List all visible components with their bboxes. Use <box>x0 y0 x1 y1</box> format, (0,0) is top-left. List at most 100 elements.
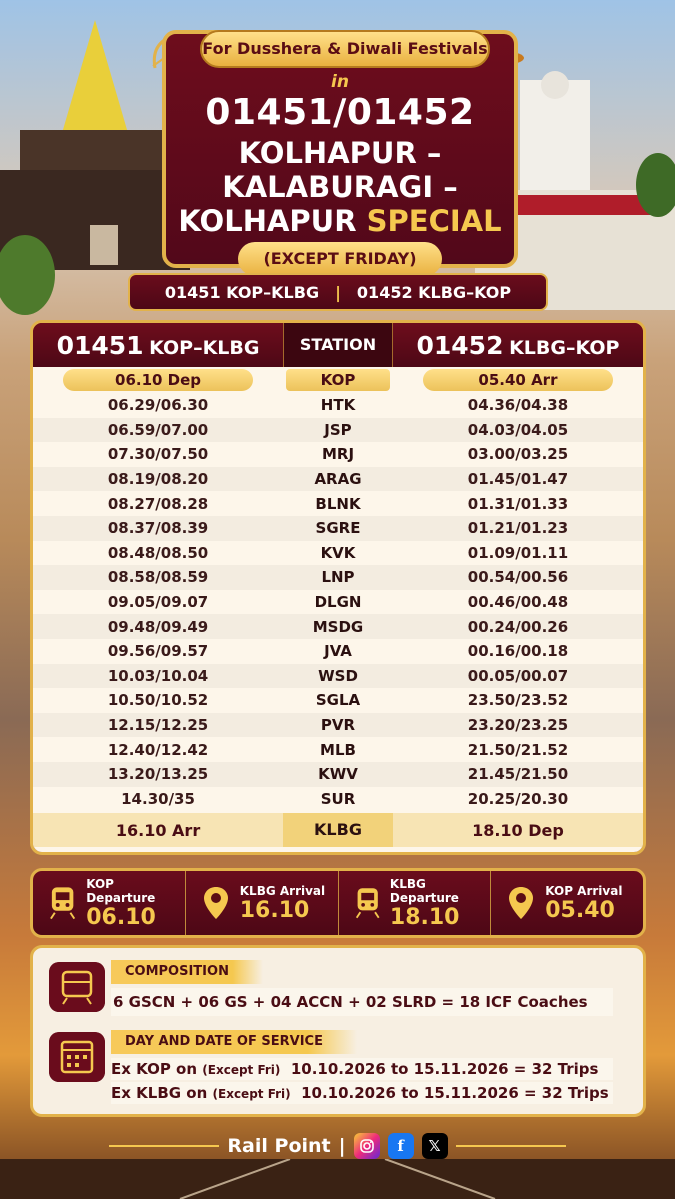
down-time: 08.48/08.50 <box>107 543 209 562</box>
origin-arrival: 05.40 Arr <box>422 369 613 391</box>
facebook-icon[interactable]: f <box>387 1133 414 1159</box>
footer-separator: | <box>338 1135 346 1157</box>
summary-label: KOP Arrival <box>545 883 623 898</box>
direction-separator: | <box>335 282 341 302</box>
table-row: 12.15/12.25 PVR 23.20/23.25 <box>33 712 643 738</box>
up-time: 23.50/23.52 <box>467 691 569 710</box>
composition-title: COMPOSITION <box>111 960 263 984</box>
table-row: 08.37/08.39 SGRE 01.21/01.23 <box>33 515 643 541</box>
summary-klbg-arrival: KLBG Arrival 16.10 <box>184 871 338 935</box>
down-time: 08.37/08.39 <box>107 519 209 538</box>
down-time: 08.58/08.59 <box>107 568 209 587</box>
station-code: MLB <box>320 740 356 759</box>
tree-illustration <box>0 235 55 315</box>
down-time: 06.59/07.00 <box>107 420 209 439</box>
service-dates-block: DAY AND DATE OF SERVICE Ex KOP on (Excep… <box>49 1028 629 1106</box>
location-pin-icon <box>509 887 534 919</box>
timetable: 01451 KOP–KLBG STATION 01452 KLBG–KOP 06… <box>30 320 646 855</box>
table-row: 12.40/12.42 MLB 21.50/21.52 <box>33 737 643 762</box>
table-row: 09.05/09.07 DLGN 00.46/00.48 <box>33 590 643 615</box>
table-row: 10.50/10.52 SGLA 23.50/23.52 <box>33 688 643 713</box>
train-numbers: 01451/01452 <box>205 92 475 133</box>
service-kop-label: Ex KOP on <box>111 1060 198 1078</box>
route-line-2: KALABURAGI – <box>222 170 458 204</box>
service-klbg-note: (Except Fri) <box>212 1087 291 1101</box>
destination-departure: 18.10 Dep <box>472 820 564 840</box>
header-up-number: 01452 <box>416 330 504 360</box>
service-klbg-dates: 10.10.2026 to 15.11.2026 = 32 Trips <box>301 1084 609 1102</box>
up-time: 00.46/00.48 <box>467 593 569 612</box>
festival-pill: For Dusshera & Diwali Festivals <box>200 30 490 68</box>
up-time: 21.50/21.52 <box>467 740 569 759</box>
timetable-header: 01451 KOP–KLBG STATION 01452 KLBG–KOP <box>33 323 643 367</box>
brand-name: Rail Point <box>227 1135 331 1157</box>
station-code: KWV <box>318 765 358 784</box>
table-row: 08.58/08.59 LNP 00.54/00.56 <box>33 565 643 590</box>
summary-label: KLBG Departure <box>389 876 459 905</box>
route-line-3-special: SPECIAL <box>366 204 502 238</box>
summary-value: 16.10 <box>239 897 310 923</box>
down-time: 12.40/12.42 <box>107 740 209 759</box>
footer-divider-right <box>455 1145 566 1147</box>
station-code: WSD <box>318 666 358 685</box>
summary-kop-arrival: KOP Arrival 05.40 <box>490 871 643 935</box>
table-row-destination: 16.10 Arr KLBG 18.10 Dep <box>33 813 643 848</box>
header-down-route: KOP–KLBG <box>149 336 260 359</box>
station-code: MSDG <box>312 617 364 636</box>
down-time: 08.27/08.28 <box>107 494 209 513</box>
table-row: 06.29/06.30 HTK 04.36/04.38 <box>33 393 643 418</box>
timetable-body: 06.10 Dep KOP 05.40 Arr 06.29/06.30 HTK 04… <box>33 367 643 852</box>
summary-klbg-departure: KLBG Departure 18.10 <box>337 871 491 935</box>
railway-tracks-illustration <box>0 1159 675 1199</box>
tree-illustration <box>636 153 675 217</box>
x-icon[interactable]: 𝕏 <box>421 1133 448 1159</box>
station-code: JVA <box>324 642 352 661</box>
up-time: 00.05/00.07 <box>467 666 569 685</box>
station-code: MRJ <box>321 445 355 464</box>
title-banner: For Dusshera & Diwali Festivals in 01451… <box>162 30 518 276</box>
summary-label: KOP Departure <box>86 876 156 905</box>
except-friday-pill: (EXCEPT FRIDAY) <box>238 242 442 276</box>
up-time: 23.20/23.25 <box>467 716 569 735</box>
table-row: 09.56/09.57 JVA 00.16/00.18 <box>33 639 643 664</box>
summary-label: KLBG Arrival <box>239 883 326 898</box>
up-time: 00.24/00.26 <box>467 617 569 636</box>
down-time: 09.56/09.57 <box>107 642 209 661</box>
down-time: 06.29/06.30 <box>107 396 209 415</box>
table-row: 14.30/35 SUR 20.25/20.30 <box>33 787 643 812</box>
station-code: JSP <box>324 420 352 439</box>
route-line-1: KOLHAPUR – <box>238 136 442 170</box>
down-time: 12.15/12.25 <box>107 716 209 735</box>
station-code: SUR <box>320 789 356 808</box>
footer-divider-left <box>109 1145 220 1147</box>
up-time: 21.45/21.50 <box>467 765 569 784</box>
destination-station: KLBG <box>283 813 393 848</box>
header-down-number: 01451 <box>56 330 144 360</box>
service-info-card: COMPOSITION 6 GSCN + 06 GS + 04 ACCN + 0… <box>30 945 646 1117</box>
composition-text: 6 GSCN + 06 GS + 04 ACCN + 02 SLRD = 18 … <box>111 988 613 1016</box>
summary-value: 18.10 <box>389 904 460 930</box>
service-line-kop: Ex KOP on (Except Fri) 10.10.2026 to 15.… <box>111 1058 613 1080</box>
table-row: 09.48/09.49 MSDG 00.24/00.26 <box>33 614 643 639</box>
down-time: 09.48/09.49 <box>107 617 209 636</box>
service-klbg-label: Ex KLBG on <box>111 1084 208 1102</box>
station-code: KVK <box>320 543 356 562</box>
table-row: 08.27/08.28 BLNK 01.31/01.33 <box>33 491 643 516</box>
instagram-icon[interactable] <box>353 1133 380 1159</box>
service-line-klbg: Ex KLBG on (Except Fri) 10.10.2026 to 15… <box>111 1082 613 1104</box>
summary-value: 05.40 <box>545 897 615 923</box>
down-time: 14.30/35 <box>121 789 195 808</box>
station-code: SGRE <box>315 519 361 538</box>
table-row: 06.59/07.00 JSP 04.03/04.05 <box>33 417 643 443</box>
direction-down: 01451 KOP–KLBG <box>164 282 320 302</box>
up-time: 01.31/01.33 <box>467 494 569 513</box>
location-pin-icon <box>203 887 228 919</box>
table-row: 08.19/08.20 ARAG 01.45/01.47 <box>33 466 643 492</box>
train-icon <box>355 888 379 919</box>
service-kop-note: (Except Fri) <box>202 1063 281 1077</box>
up-time: 20.25/20.30 <box>467 789 569 808</box>
header-station: STATION <box>283 323 393 367</box>
station-code: DLGN <box>314 593 362 612</box>
table-row: 07.30/07.50 MRJ 03.00/03.25 <box>33 442 643 467</box>
timetable-rows: 06.29/06.30 HTK 04.36/04.38 06.59/07.00 JSP 0… <box>33 393 643 811</box>
